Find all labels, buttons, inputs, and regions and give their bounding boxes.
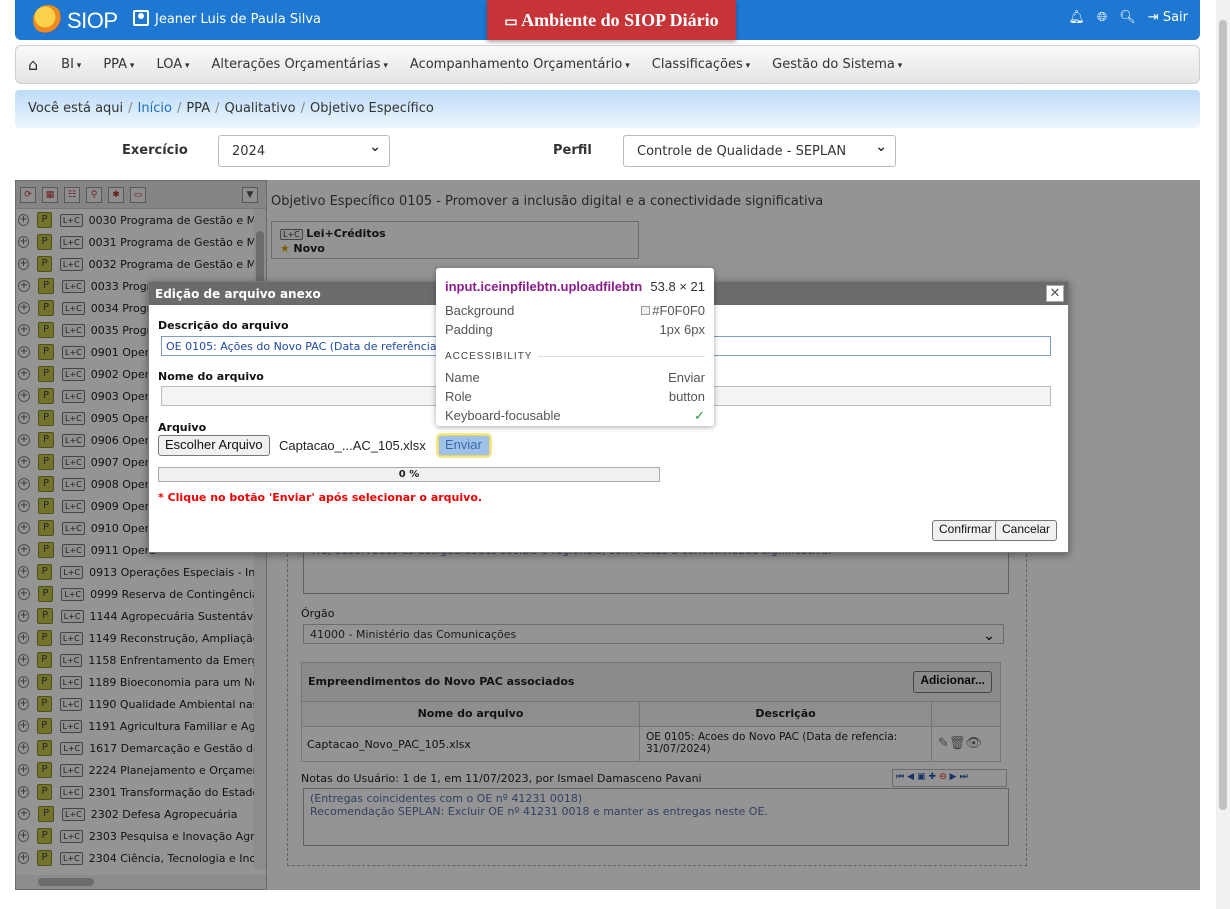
inspector-tooltip: input.iceinpfilebtn.uploadfilebtn 53.8 × … bbox=[436, 268, 714, 426]
home-icon[interactable]: ⌂ bbox=[28, 55, 38, 74]
main-nav: ⌂ BI PPA LOA Alterações Orçamentárias Ac… bbox=[15, 45, 1200, 84]
logout-label: Sair bbox=[1162, 10, 1188, 25]
environment-banner: ▭ Ambiente do SIOP Diário bbox=[487, 0, 736, 40]
breadcrumb-ppa: PPA bbox=[186, 101, 211, 116]
dialog-title: Edição de arquivo anexo bbox=[155, 287, 321, 301]
exercicio-label: Exercício bbox=[122, 143, 188, 158]
inspector-role-label: Role bbox=[445, 389, 472, 404]
inspector-size: 53.8 × 21 bbox=[650, 279, 705, 294]
nav-item-classificacoes[interactable]: Classificações bbox=[652, 57, 750, 72]
inspector-name-value: Enviar bbox=[668, 370, 705, 385]
file-label: Arquivo bbox=[158, 421, 207, 434]
logout-button[interactable]: ⇥ Sair bbox=[1148, 10, 1188, 25]
check-circle-icon: ✓ bbox=[694, 407, 705, 423]
breadcrumb-qualitativo: Qualitativo bbox=[224, 101, 296, 116]
name-label: Nome do arquivo bbox=[158, 370, 264, 383]
close-icon[interactable]: ✕ bbox=[1046, 285, 1064, 302]
breadcrumb-inicio[interactable]: Início bbox=[138, 101, 172, 116]
logo-text[interactable]: SIOP bbox=[67, 8, 118, 34]
top-icons: 🔔︎ 🌐︎ 🔍︎ ⇥ Sair bbox=[1068, 10, 1188, 25]
upload-progress-bar: 0 % bbox=[158, 467, 660, 482]
color-swatch-icon bbox=[641, 306, 651, 315]
nav-item-loa[interactable]: LOA bbox=[156, 57, 189, 72]
cancel-button[interactable]: Cancelar bbox=[995, 520, 1058, 541]
upload-hint: * Clique no botão 'Enviar' após selecion… bbox=[158, 491, 483, 504]
window-icon: ▭ bbox=[504, 15, 522, 30]
inspector-padding-value: 1px 6px bbox=[659, 322, 705, 337]
inspector-padding-label: Padding bbox=[445, 322, 493, 337]
send-button[interactable]: Enviar bbox=[436, 433, 492, 458]
breadcrumb-objetivo: Objetivo Específico bbox=[309, 101, 434, 116]
user-name[interactable]: Jeaner Luis de Paula Silva bbox=[133, 10, 321, 27]
environment-label: Ambiente do SIOP Diário bbox=[521, 10, 719, 30]
globe-icon[interactable]: 🌐︎ bbox=[1097, 10, 1107, 25]
siop-logo-icon[interactable] bbox=[33, 5, 63, 35]
perfil-label: Perfil bbox=[553, 143, 592, 158]
confirm-button[interactable]: Confirmar bbox=[932, 520, 999, 541]
inspector-bg-value: #F0F0F0 bbox=[652, 303, 705, 318]
nav-item-ppa[interactable]: PPA bbox=[103, 57, 134, 72]
inspector-section: ACCESSIBILITY bbox=[445, 351, 705, 362]
nav-item-alteracoes[interactable]: Alterações Orçamentárias bbox=[212, 57, 388, 72]
inspector-bg-label: Background bbox=[445, 303, 515, 318]
desc-label: Descrição do arquivo bbox=[158, 319, 289, 332]
inspector-kbd-label: Keyboard-focusable bbox=[445, 408, 561, 423]
nav-item-gestao[interactable]: Gestão do Sistema bbox=[772, 57, 902, 72]
nav-item-bi[interactable]: BI bbox=[61, 57, 81, 72]
file-chosen-name: Captacao_...AC_105.xlsx bbox=[279, 438, 426, 453]
choose-file-button[interactable]: Escolher Arquivo bbox=[158, 435, 270, 456]
logout-icon: ⇥ bbox=[1147, 10, 1163, 25]
tooltip-arrow bbox=[416, 426, 432, 434]
exercicio-select[interactable]: 2024 bbox=[218, 135, 390, 167]
inspector-role-value: button bbox=[668, 389, 705, 404]
user-icon bbox=[133, 10, 149, 26]
inspector-name-label: Name bbox=[445, 370, 480, 385]
perfil-select[interactable]: Controle de Qualidade - SEPLAN bbox=[623, 135, 896, 167]
nav-item-acompanhamento[interactable]: Acompanhamento Orçamentário bbox=[410, 57, 630, 72]
bell-icon[interactable]: 🔔︎ bbox=[1068, 10, 1085, 25]
user-name-label: Jeaner Luis de Paula Silva bbox=[155, 12, 321, 27]
inspector-selector: input.iceinpfilebtn.uploadfilebtn bbox=[445, 279, 643, 294]
page-scrollbar[interactable] bbox=[1216, 0, 1230, 909]
breadcrumb: Você está aqui / Início / PPA / Qualitativo / Ob… bbox=[15, 90, 1200, 128]
search-icon[interactable]: 🔍︎ bbox=[1119, 10, 1136, 25]
breadcrumb-prefix: Você está aqui bbox=[28, 101, 124, 116]
